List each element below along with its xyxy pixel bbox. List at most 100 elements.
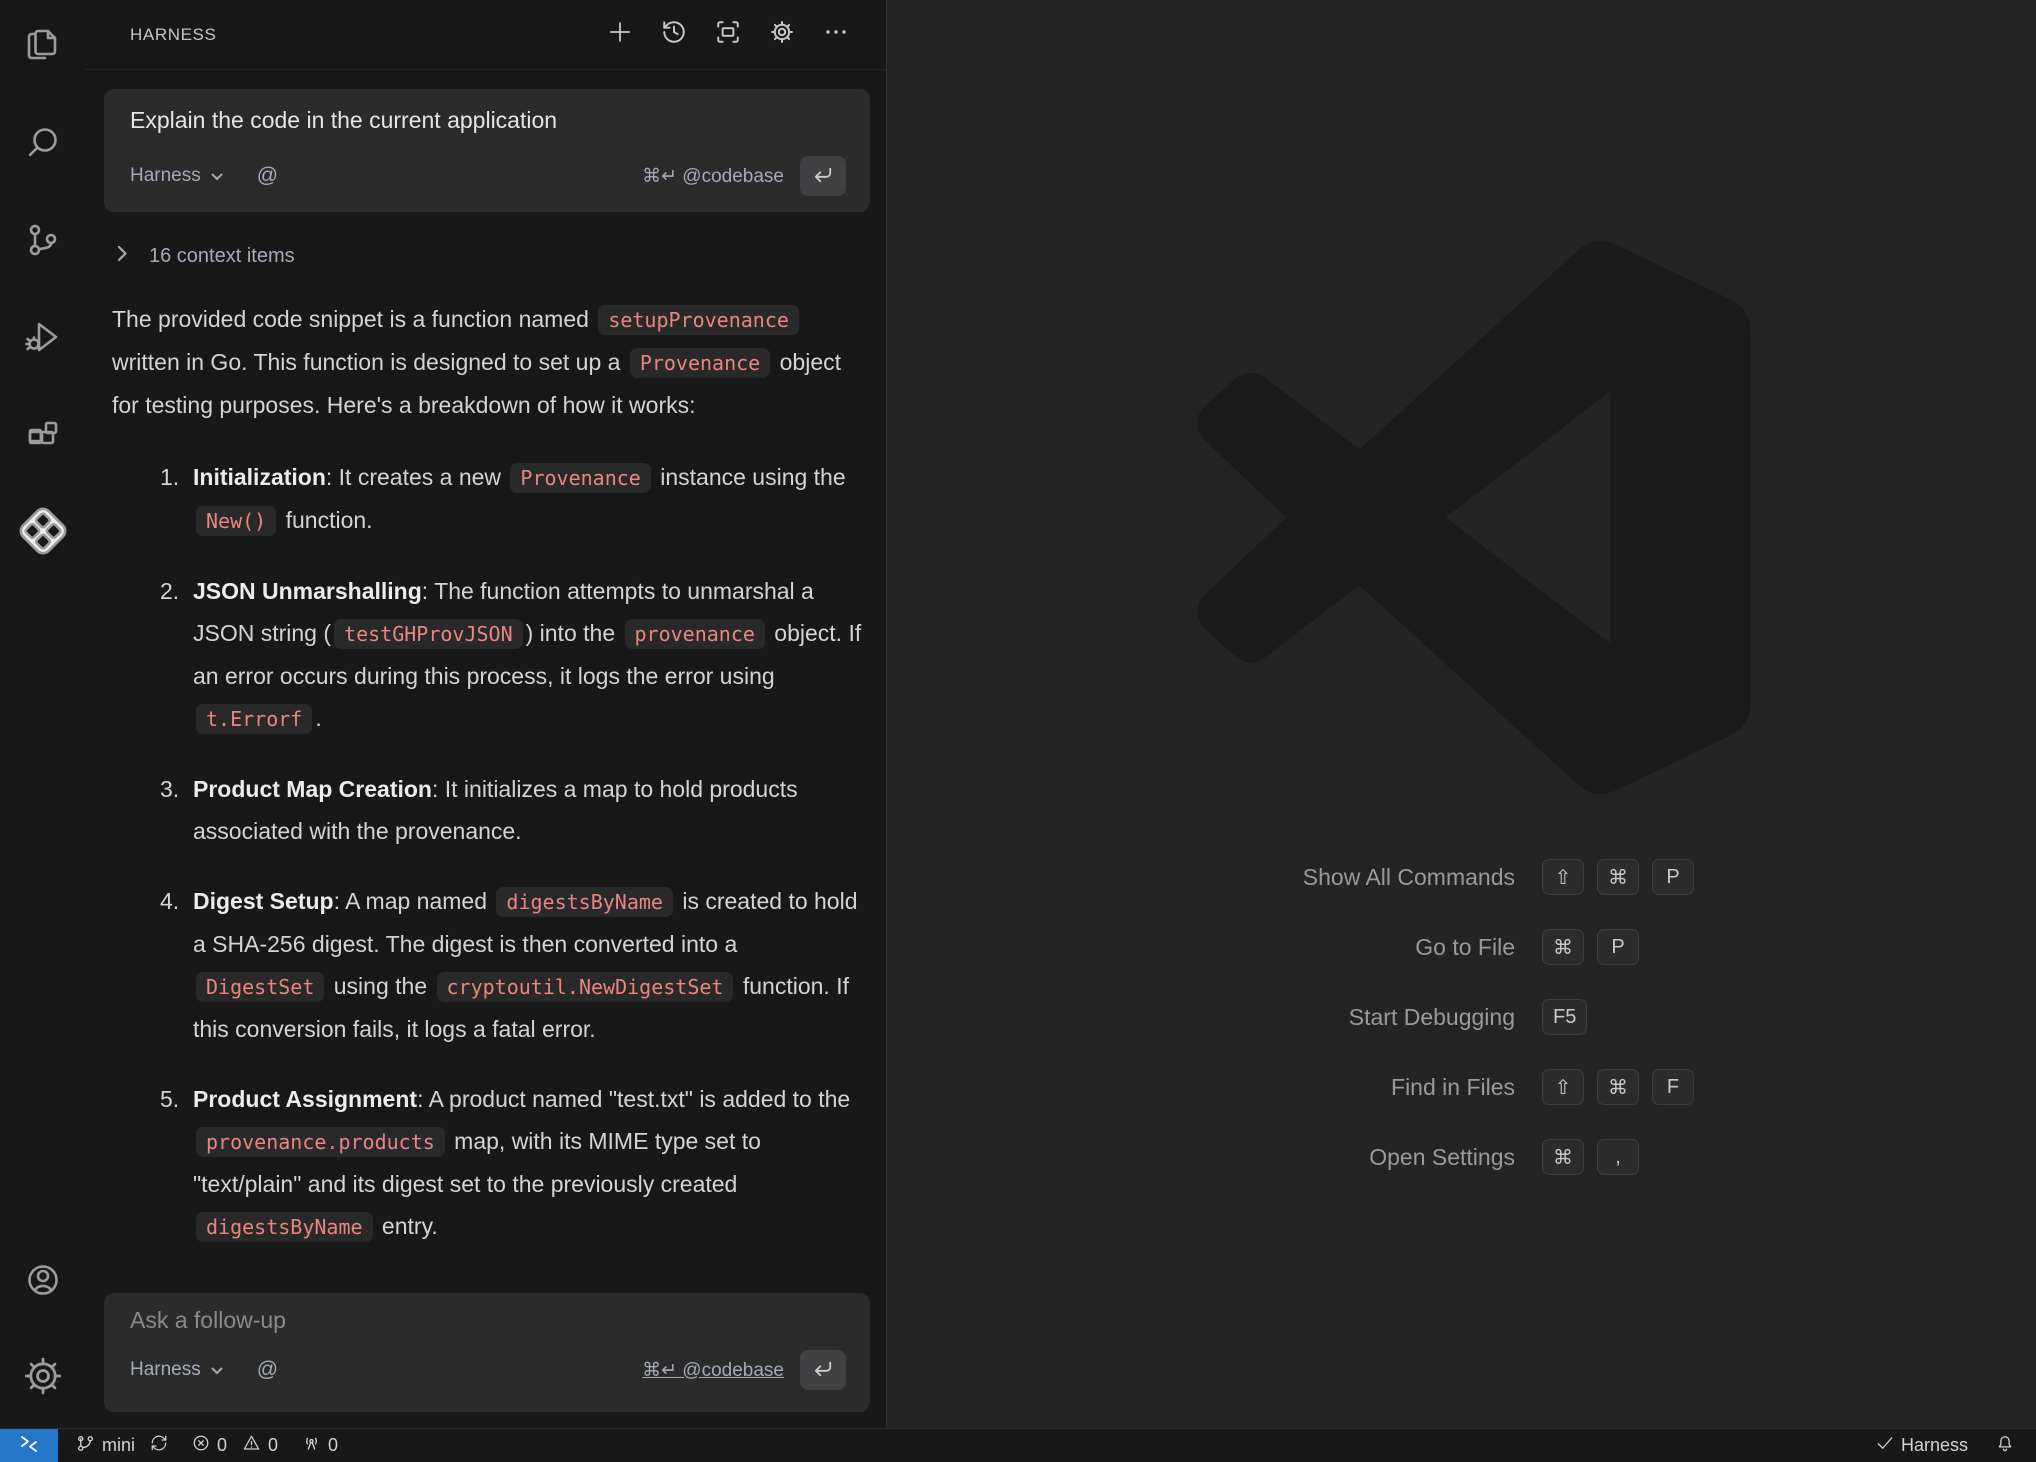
sidebar-item-search[interactable] [21, 123, 65, 167]
new-chat-button[interactable] [606, 21, 634, 49]
gear-icon [21, 1354, 65, 1403]
plus-icon [607, 19, 633, 50]
remote-icon [18, 1434, 40, 1457]
model-picker[interactable]: Harness [130, 1359, 224, 1381]
return-icon [812, 166, 834, 187]
keycap: ⌘ [1542, 1139, 1584, 1175]
remote-indicator[interactable] [0, 1429, 58, 1462]
gear-icon [769, 19, 795, 50]
model-picker[interactable]: Harness [130, 165, 224, 187]
return-icon [812, 1360, 834, 1381]
notifications-button[interactable] [1996, 1434, 2014, 1458]
problems-status[interactable]: 0 0 [192, 1434, 278, 1457]
shortcut-row: Show All Commands ⇧⌘P [901, 842, 1694, 912]
model-picker-label: Harness [130, 1359, 201, 1381]
shortcut-label: Open Settings [901, 1144, 1515, 1171]
response-list: Initialization: It creates a new Provena… [160, 456, 866, 1248]
vscode-window: HARNESS [0, 0, 2036, 1428]
response-intro: The provided code snippet is a function … [112, 298, 866, 426]
keycap: F [1652, 1069, 1694, 1105]
message-controls: Harness @ ⌘↵ @codebase [130, 156, 846, 196]
add-context-button[interactable]: @ [257, 164, 278, 188]
context-items-label: 16 context items [149, 245, 295, 268]
sidebar-item-explorer[interactable] [21, 26, 65, 70]
sidebar-item-run-debug[interactable] [21, 317, 65, 361]
shortcut-label: Show All Commands [901, 864, 1515, 891]
shortcut-label: Start Debugging [901, 1004, 1515, 1031]
maximize-panel-button[interactable] [714, 21, 742, 49]
send-button[interactable] [800, 1350, 846, 1390]
assistant-response: The provided code snippet is a function … [104, 298, 866, 1248]
sidebar-item-extensions[interactable] [21, 414, 65, 458]
chat-settings-button[interactable] [768, 21, 796, 49]
shortcut-row: Go to File ⌘P [901, 912, 1694, 982]
keycap: ⌘ [1542, 929, 1584, 965]
keycap: P [1652, 859, 1694, 895]
harness-chat-panel: HARNESS [85, 0, 887, 1428]
panel-header: HARNESS [85, 0, 886, 70]
activity-bar-bottom [21, 1260, 65, 1428]
keycap: ⇧ [1542, 1069, 1584, 1105]
activity-bar-top [21, 26, 65, 555]
followup-card: Harness @ ⌘↵ @codebase [104, 1293, 870, 1412]
list-item: JSON Unmarshalling: The function attempt… [160, 570, 866, 740]
shortcut-keys: ⇧ ⌘ F [1542, 1069, 1694, 1105]
radio-tower-icon [302, 1434, 321, 1458]
bell-icon [1996, 1434, 2014, 1458]
list-item: Digest Setup: A map named digestsByName … [160, 880, 866, 1050]
list-item: Initialization: It creates a new Provena… [160, 456, 866, 542]
chat-content: Explain the code in the current applicat… [85, 70, 886, 1428]
shortcut-label: Find in Files [901, 1074, 1515, 1101]
user-message-text: Explain the code in the current applicat… [130, 107, 846, 134]
vscode-logo-watermark [1190, 234, 1757, 801]
list-item: Product Map Creation: It initializes a m… [160, 768, 866, 852]
search-icon [21, 121, 65, 170]
sidebar-item-harness[interactable] [21, 511, 65, 555]
manage-button[interactable] [21, 1356, 65, 1400]
broadcast-count: 0 [328, 1435, 338, 1456]
screen-full-icon [715, 19, 741, 50]
debug-icon [21, 315, 65, 364]
history-button[interactable] [660, 21, 688, 49]
warning-icon [242, 1434, 261, 1457]
sidebar-item-source-control[interactable] [21, 220, 65, 264]
activity-bar [0, 0, 85, 1428]
context-items-toggle[interactable]: 16 context items [104, 236, 870, 276]
user-message-card: Explain the code in the current applicat… [104, 89, 870, 212]
add-context-button[interactable]: @ [257, 1358, 278, 1382]
shortcut-row: Start Debugging F5 [901, 982, 1694, 1052]
codebase-hint[interactable]: ⌘↵ @codebase [642, 165, 784, 188]
status-bar-right: Harness [1876, 1434, 2036, 1458]
codebase-link[interactable]: ⌘↵ @codebase [642, 1359, 784, 1382]
harness-status[interactable]: Harness [1876, 1435, 1968, 1456]
branch-status[interactable]: mini [76, 1434, 168, 1458]
keycap: P [1597, 929, 1639, 965]
files-icon [21, 24, 65, 73]
broadcast-status[interactable]: 0 [302, 1434, 338, 1458]
keycap: ⌘ [1597, 1069, 1639, 1105]
error-count: 0 [217, 1435, 227, 1456]
shortcut-keys: ⌘, [1542, 1139, 1639, 1175]
harness-status-label: Harness [1901, 1435, 1968, 1456]
sync-icon [150, 1434, 168, 1457]
shortcut-row: Open Settings ⌘, [901, 1122, 1694, 1192]
shortcut-keys: ⌘P [1542, 929, 1639, 965]
list-item: Product Assignment: A product named "tes… [160, 1078, 866, 1248]
ellipsis-icon [823, 19, 849, 50]
accounts-button[interactable] [21, 1260, 65, 1304]
error-icon [192, 1434, 210, 1457]
followup-input[interactable] [130, 1307, 846, 1334]
more-actions-button[interactable] [822, 21, 850, 49]
git-branch-icon [76, 1434, 95, 1458]
history-icon [661, 19, 687, 50]
model-picker-label: Harness [130, 165, 201, 187]
check-icon [1876, 1435, 1894, 1456]
send-button[interactable] [800, 156, 846, 196]
status-bar-left: mini 0 0 0 [58, 1434, 338, 1458]
status-bar: mini 0 0 0 [0, 1428, 2036, 1462]
keycap: ⇧ [1542, 859, 1584, 895]
shortcuts-list: Show All Commands ⇧⌘P Go to File ⌘P Star… [901, 842, 1694, 1192]
branch-label: mini [102, 1435, 135, 1456]
chevron-down-icon [210, 1359, 224, 1381]
source-control-icon [21, 218, 65, 267]
